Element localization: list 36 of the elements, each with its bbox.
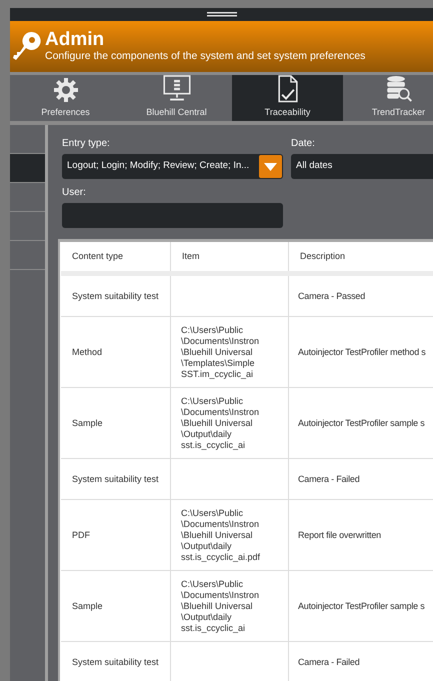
page-title: Admin [45, 30, 106, 50]
date-label: Date: [291, 137, 316, 151]
user-label: User: [62, 186, 87, 200]
table-cell: System suitability test [72, 290, 159, 302]
table-cell: Camera - Failed [298, 656, 360, 668]
table-cell: Autoinjector TestProfiler sample s [298, 600, 425, 612]
table-cell: Autoinjector TestProfiler sample s [298, 418, 425, 428]
table-cell: Sample [72, 418, 103, 428]
table-cell: C:\Users\Public \Documents\Instron \Bluehill Universal \Output\daily sst.is_ccyclic_ai.pdf [181, 508, 260, 562]
column-header[interactable]: Description [289, 242, 433, 271]
table-cell: C:\Users\Public \Documents\Instron \Bluehill Universal \Templates\Simple SST.im_ccyclic_ai [181, 324, 260, 380]
sidebar-item[interactable] [10, 154, 45, 183]
table-cell: C:\Users\Public \Documents\Instron \Bluehill Universal \Output\daily sst.is_ccyclic_ai [181, 578, 260, 634]
table-cell: Method [72, 346, 102, 358]
monitor-icon [162, 75, 192, 102]
column-header[interactable]: Item [171, 242, 289, 271]
table-cell: C:\Users\Public \Documents\Instron \Bluehill Universal \Output\daily sst.is_ccyclic_ai [181, 396, 260, 450]
tab[interactable]: Traceability [232, 75, 343, 121]
entry-type-dropdown[interactable]: Logout; Login; Modify; Review; Create; In... [62, 154, 283, 179]
date-field[interactable]: All dates [291, 154, 433, 179]
table-cell: Report file overwritten [298, 530, 381, 540]
database-search-icon [384, 75, 412, 102]
table-cell: Sample [72, 600, 103, 612]
document-check-icon [276, 75, 300, 102]
table-cell: Autoinjector TestProfiler method s [298, 346, 426, 358]
entry-type-label: Entry type: [62, 137, 111, 151]
user-field[interactable] [62, 203, 283, 228]
table-cell: System suitability test [72, 474, 159, 484]
table-cell: Camera - Failed [298, 474, 360, 484]
page-subtitle: Configure the components of the system and set system preferences [45, 50, 366, 63]
column-header[interactable]: Content type [61, 242, 171, 271]
grip-icon[interactable] [206, 12, 236, 17]
table-cell: System suitability test [72, 656, 159, 668]
table-cell: PDF [72, 530, 90, 540]
gear-icon [52, 76, 78, 102]
table-cell: Camera - Passed [298, 290, 366, 302]
